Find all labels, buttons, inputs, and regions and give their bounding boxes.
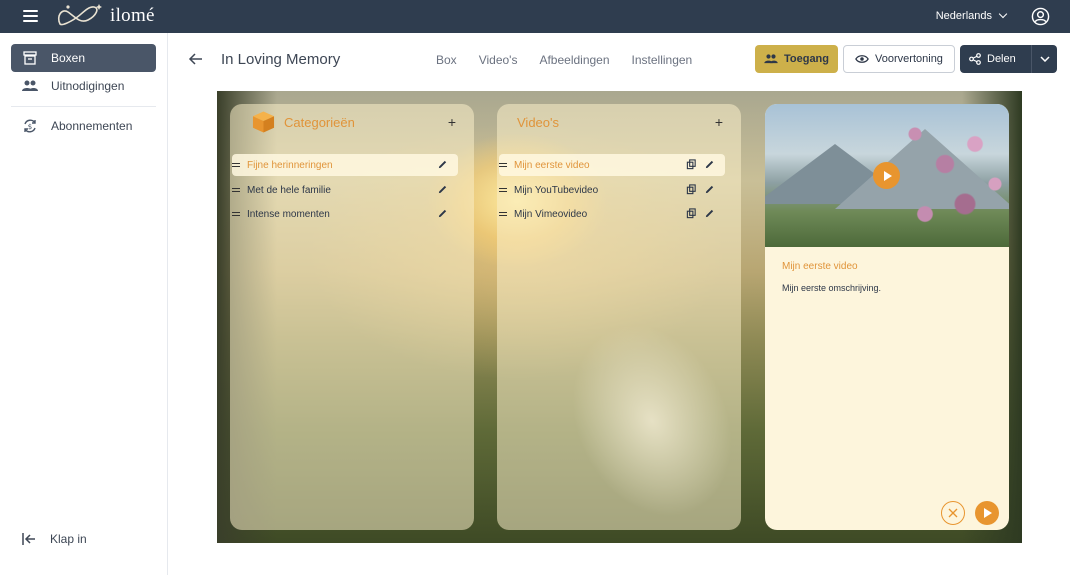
preview-stage: Categorieën + Fijne herinneringen Met de… bbox=[217, 91, 1022, 543]
copy-icon[interactable] bbox=[686, 184, 697, 195]
close-button[interactable] bbox=[941, 501, 965, 525]
pencil-icon[interactable] bbox=[704, 208, 715, 219]
collapse-label: Klap in bbox=[50, 532, 87, 546]
add-video-button[interactable]: + bbox=[715, 114, 723, 130]
video-item[interactable]: Mijn eerste video bbox=[499, 154, 725, 176]
access-button[interactable]: Toegang bbox=[755, 45, 838, 73]
sidebar-item-label: Uitnodigingen bbox=[51, 79, 125, 93]
categories-title: Categorieën bbox=[284, 115, 355, 130]
add-category-button[interactable]: + bbox=[448, 114, 456, 130]
sidebar-item-label: Boxen bbox=[51, 51, 86, 65]
close-icon bbox=[948, 508, 958, 518]
play-icon bbox=[984, 508, 992, 518]
tab-box[interactable]: Box bbox=[436, 53, 457, 67]
drag-handle-icon[interactable] bbox=[232, 186, 240, 193]
chevron-down-icon bbox=[1039, 56, 1050, 62]
account-icon[interactable] bbox=[1031, 7, 1050, 26]
video-detail-title: Mijn eerste video bbox=[782, 261, 858, 272]
sidebar-item-label: Abonnementen bbox=[51, 119, 133, 133]
sidebar-item-boxen[interactable]: Boxen bbox=[11, 44, 156, 72]
video-label: Mijn YouTubevideo bbox=[514, 184, 599, 196]
category-label: Fijne herinneringen bbox=[247, 159, 333, 171]
logo[interactable]: ilomé bbox=[54, 4, 155, 28]
share-dropdown-toggle[interactable] bbox=[1032, 56, 1057, 62]
preview-button[interactable]: Voorvertoning bbox=[843, 45, 955, 73]
collapse-sidebar-button[interactable]: Klap in bbox=[22, 531, 87, 547]
page-title: In Loving Memory bbox=[221, 51, 341, 68]
copy-icon[interactable] bbox=[686, 159, 697, 170]
eye-icon bbox=[855, 54, 869, 64]
play-icon bbox=[883, 170, 892, 181]
sidebar-item-uitnodigingen[interactable]: Uitnodigingen bbox=[11, 72, 156, 100]
archive-icon bbox=[22, 50, 38, 66]
top-bar: ilomé Nederlands bbox=[0, 0, 1070, 33]
access-label: Toegang bbox=[783, 53, 829, 65]
share-label: Delen bbox=[987, 53, 1016, 65]
categories-panel: Categorieën + Fijne herinneringen Met de… bbox=[230, 104, 474, 530]
drag-handle-icon[interactable] bbox=[499, 186, 507, 193]
video-item[interactable]: Mijn YouTubevideo bbox=[499, 179, 725, 201]
language-select[interactable]: Nederlands bbox=[935, 9, 1008, 22]
video-thumbnail[interactable] bbox=[765, 104, 1009, 247]
category-item[interactable]: Fijne herinneringen bbox=[232, 154, 458, 176]
people-icon bbox=[764, 54, 778, 64]
video-item[interactable]: Mijn Vimeovideo bbox=[499, 203, 725, 225]
share-main-button[interactable]: Delen bbox=[960, 45, 1032, 73]
chevron-down-icon bbox=[998, 9, 1008, 19]
drag-handle-icon[interactable] bbox=[232, 210, 240, 217]
infinity-logo-icon bbox=[57, 4, 102, 26]
language-label: Nederlands bbox=[935, 10, 992, 22]
subscription-icon: $ bbox=[22, 118, 38, 134]
drag-handle-icon[interactable] bbox=[232, 161, 240, 168]
video-detail-description: Mijn eerste omschrijving. bbox=[782, 283, 882, 293]
video-label: Mijn eerste video bbox=[514, 159, 590, 171]
category-item[interactable]: Intense momenten bbox=[232, 203, 458, 225]
pencil-icon[interactable] bbox=[437, 184, 448, 195]
tab-bar: Box Video's Afbeeldingen Instellingen bbox=[436, 53, 714, 67]
collapse-left-icon bbox=[22, 531, 38, 547]
svg-text:$: $ bbox=[28, 123, 32, 131]
videos-header: Video's + bbox=[497, 104, 741, 140]
pencil-icon[interactable] bbox=[704, 184, 715, 195]
thumbnail-blossom bbox=[885, 104, 1009, 247]
logo-text: ilomé bbox=[110, 5, 155, 26]
pencil-icon[interactable] bbox=[704, 159, 715, 170]
drag-handle-icon[interactable] bbox=[499, 161, 507, 168]
drag-handle-icon[interactable] bbox=[499, 210, 507, 217]
sidebar-item-abonnementen[interactable]: $ Abonnementen bbox=[11, 112, 156, 140]
preview-label: Voorvertoning bbox=[875, 53, 943, 65]
play-next-button[interactable] bbox=[975, 501, 999, 525]
sidebar: Boxen Uitnodigingen $ Abonnementen Klap … bbox=[0, 33, 168, 575]
category-label: Intense momenten bbox=[247, 208, 330, 220]
back-arrow-icon[interactable] bbox=[188, 51, 204, 67]
share-button[interactable]: Delen bbox=[960, 45, 1057, 73]
pencil-icon[interactable] bbox=[437, 159, 448, 170]
tab-afbeeldingen[interactable]: Afbeeldingen bbox=[539, 53, 609, 67]
categories-header: Categorieën + bbox=[230, 104, 474, 140]
sidebar-divider bbox=[11, 106, 156, 107]
video-detail-card: Mijn eerste video Mijn eerste omschrijvi… bbox=[765, 104, 1009, 530]
people-icon bbox=[22, 78, 38, 94]
tab-instellingen[interactable]: Instellingen bbox=[632, 53, 693, 67]
tab-videos[interactable]: Video's bbox=[479, 53, 518, 67]
share-icon bbox=[969, 53, 981, 65]
category-label: Met de hele familie bbox=[247, 184, 331, 196]
category-item[interactable]: Met de hele familie bbox=[232, 179, 458, 201]
play-button[interactable] bbox=[873, 162, 900, 189]
copy-icon[interactable] bbox=[686, 208, 697, 219]
videos-title: Video's bbox=[517, 115, 559, 130]
video-label: Mijn Vimeovideo bbox=[514, 208, 588, 220]
box-icon bbox=[252, 111, 275, 133]
menu-icon[interactable] bbox=[23, 10, 38, 23]
pencil-icon[interactable] bbox=[437, 208, 448, 219]
videos-panel: Video's + Mijn eerste video Mijn YouTube… bbox=[497, 104, 741, 530]
